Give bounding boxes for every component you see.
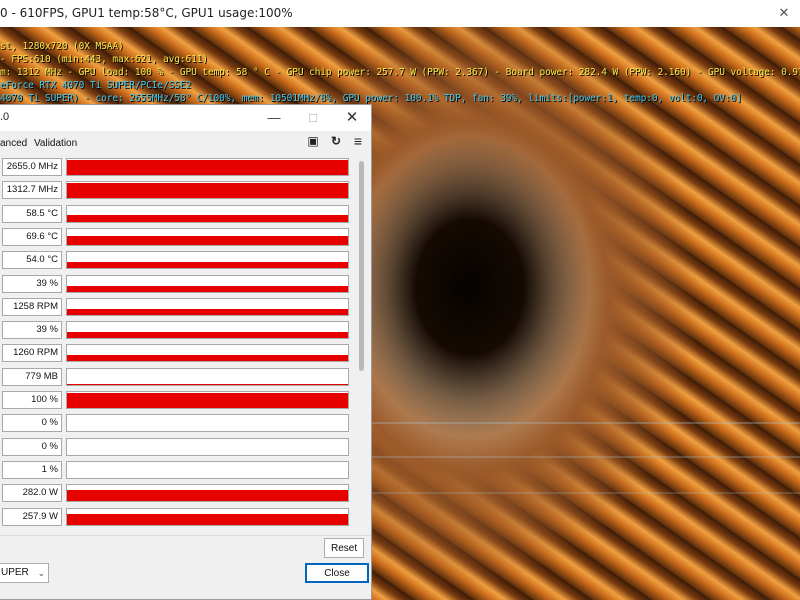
sensor-value: 1258 RPM	[2, 297, 62, 316]
sensor-row: 2655.0 MHz	[0, 157, 350, 178]
sensor-row: 69.6 °C	[0, 227, 350, 248]
sensor-graph-fill	[67, 235, 348, 245]
sensor-graph	[66, 460, 349, 479]
sensor-graph	[66, 251, 349, 270]
gpu-select-value: UPER	[1, 567, 29, 578]
app-title: 0 - 610FPS, GPU1 temp:58°C, GPU1 usage:1…	[0, 6, 293, 20]
app-close-button[interactable]: ✕	[774, 4, 794, 22]
sensor-row: 282.0 W	[0, 483, 350, 504]
sensor-graph	[66, 484, 349, 503]
sensor-list: 2655.0 MHz 1312.7 MHz 58.5 °C 69.6 °C 54.0 °…	[0, 157, 360, 557]
sensor-graph	[66, 297, 349, 316]
sensor-window-title: .0	[0, 111, 10, 123]
sensor-value: 39 %	[2, 321, 62, 340]
sensor-value: 2655.0 MHz	[2, 158, 62, 176]
sensor-graph-fill	[67, 214, 348, 222]
sensor-row: 1312.7 MHz	[0, 180, 350, 201]
app-title-bar[interactable]: 0 - 610FPS, GPU1 temp:58°C, GPU1 usage:1…	[0, 0, 800, 28]
sensor-row: 0 %	[0, 413, 350, 434]
sensor-graph-fill	[67, 490, 348, 502]
sensor-graph	[66, 507, 349, 526]
reset-button[interactable]: Reset	[324, 538, 364, 558]
minimize-button[interactable]: —	[263, 108, 285, 128]
sensor-graph-fill	[67, 355, 348, 362]
sensor-row: 1260 RPM	[0, 343, 350, 364]
sensor-graph-fill	[67, 383, 348, 385]
tab-advanced[interactable]: anced	[0, 138, 27, 149]
osd-line-gpu-stats: m: 1312 MHz - GPU load: 100 % - GPU temp…	[0, 67, 800, 78]
sensor-graph	[66, 181, 349, 200]
sensor-graph-fill	[67, 308, 348, 315]
close-button[interactable]: Close	[305, 563, 369, 583]
sensor-row: 39 %	[0, 274, 350, 295]
sensor-row: 100 %	[0, 390, 350, 411]
sensor-graph	[66, 344, 349, 363]
sensor-graph-fill	[67, 393, 348, 408]
gpu-select[interactable]: UPER ⌄	[0, 563, 49, 583]
osd-line-resolution: st, 1280x720 (0X MSAA)	[0, 41, 124, 52]
osd-line-renderer: eForce RTX 4070 Ti SUPER/PCIe/SSE2	[0, 80, 192, 91]
sensor-graph-fill	[67, 332, 348, 339]
sensor-window-title-bar[interactable]: .0 — □ ✕	[0, 105, 371, 131]
sensor-value: 69.6 °C	[2, 227, 62, 246]
sensor-value: 282.0 W	[2, 484, 62, 503]
sensor-row: 0 %	[0, 437, 350, 458]
sensor-value: 1260 RPM	[2, 344, 62, 363]
sensor-graph	[66, 437, 349, 456]
sensor-graph-fill	[67, 262, 348, 269]
menu-icon[interactable]: ≡	[351, 134, 365, 148]
camera-icon[interactable]: ▣	[306, 134, 320, 148]
osd-line-fps: - FPS:610 (min:443, max:621, avg:611)	[0, 54, 208, 65]
close-window-button[interactable]: ✕	[341, 108, 363, 128]
sensor-value: 39 %	[2, 274, 62, 293]
sensor-row: 58.5 °C	[0, 204, 350, 225]
sensor-graph	[66, 158, 349, 176]
sensor-row: 54.0 °C	[0, 250, 350, 271]
sensor-value: 779 MB	[2, 367, 62, 386]
sensor-graph-fill	[67, 285, 348, 292]
sensor-row: 257.9 W	[0, 507, 350, 528]
sensor-value: 1 %	[2, 460, 62, 479]
sensor-graph	[66, 391, 349, 409]
sensor-value: 100 %	[2, 391, 62, 409]
sensor-value: 0 %	[2, 437, 62, 456]
sensor-window: .0 — □ ✕ anced Validation ▣ ↻ ≡ 2655.0 M…	[0, 104, 372, 600]
sensor-value: 1312.7 MHz	[2, 181, 62, 200]
refresh-icon[interactable]: ↻	[329, 134, 343, 148]
sensor-value: 257.9 W	[2, 507, 62, 526]
chevron-down-icon: ⌄	[37, 568, 45, 578]
sensor-graph-fill	[67, 183, 348, 199]
sensor-graph	[66, 367, 349, 386]
osd-line-gpu-summary: 4070 Ti SUPER) - core: 2655MHz/58° C/100…	[0, 93, 742, 104]
sensor-graph	[66, 414, 349, 433]
sensor-row: 1258 RPM	[0, 297, 350, 318]
sensor-row: 779 MB	[0, 367, 350, 388]
divider	[0, 535, 371, 536]
sensor-graph	[66, 204, 349, 223]
maximize-button[interactable]: □	[302, 108, 324, 128]
sensor-row: 39 %	[0, 320, 350, 341]
sensor-graph	[66, 321, 349, 340]
sensor-list-scrollbar[interactable]	[359, 161, 364, 371]
sensor-graph-fill	[67, 513, 348, 525]
sensor-graph	[66, 227, 349, 246]
sensor-graph	[66, 274, 349, 293]
sensor-row: 1 %	[0, 460, 350, 481]
sensor-value: 0 %	[2, 414, 62, 433]
sensor-graph-fill	[67, 160, 348, 175]
sensor-value: 54.0 °C	[2, 251, 62, 270]
tab-validation[interactable]: Validation	[34, 138, 77, 149]
sensor-value: 58.5 °C	[2, 204, 62, 223]
